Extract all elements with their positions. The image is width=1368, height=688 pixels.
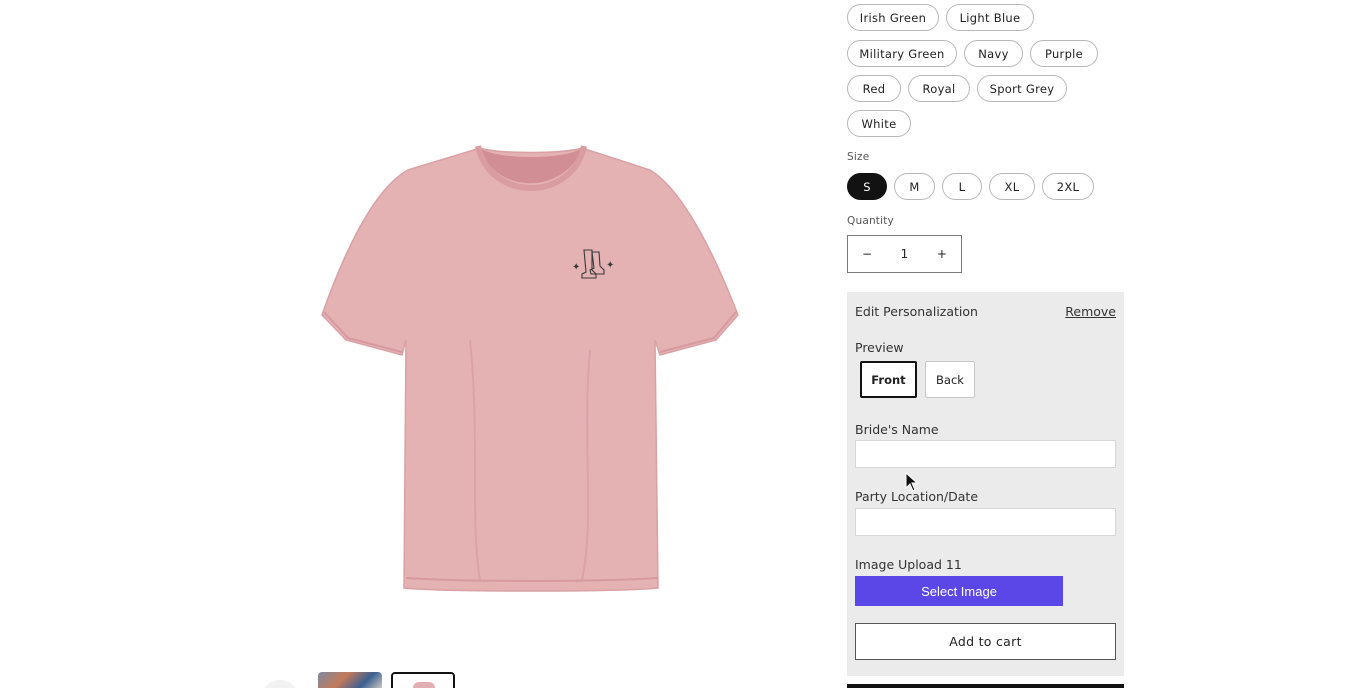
quantity-stepper: − 1 + xyxy=(847,235,962,273)
size-option-m[interactable]: M xyxy=(894,173,935,200)
remove-personalization-link[interactable]: Remove xyxy=(1065,304,1116,319)
thumbnail-1[interactable] xyxy=(250,672,310,688)
size-option-s[interactable]: S xyxy=(847,173,887,200)
size-label: Size xyxy=(847,151,870,163)
color-option-purple[interactable]: Purple xyxy=(1030,40,1098,67)
svg-text:✦: ✦ xyxy=(572,262,580,273)
preview-front-button[interactable]: Front xyxy=(860,361,917,398)
mouse-cursor-icon xyxy=(905,472,919,492)
color-option-light-blue[interactable]: Light Blue xyxy=(946,4,1034,31)
personalization-panel: Edit Personalization Remove Preview Fron… xyxy=(847,292,1124,676)
brides-name-input[interactable] xyxy=(855,440,1116,468)
quantity-value[interactable]: 1 xyxy=(901,247,909,261)
color-option-white[interactable]: White xyxy=(847,110,911,137)
thumbnail-2[interactable] xyxy=(318,672,382,688)
add-to-cart-button[interactable]: Add to cart xyxy=(855,623,1116,660)
brides-name-label: Bride's Name xyxy=(855,422,939,437)
svg-text:✦: ✦ xyxy=(606,260,614,271)
product-image-tshirt[interactable]: ✦ ✦ xyxy=(320,140,740,595)
party-location-date-input[interactable] xyxy=(855,508,1116,536)
color-option-navy[interactable]: Navy xyxy=(964,40,1023,67)
size-option-l[interactable]: L xyxy=(942,173,982,200)
buy-now-button-edge[interactable] xyxy=(847,684,1124,688)
quantity-increment-button[interactable]: + xyxy=(937,247,947,261)
size-option-xl[interactable]: XL xyxy=(989,173,1035,200)
color-option-red[interactable]: Red xyxy=(847,75,901,102)
color-option-sport-grey[interactable]: Sport Grey xyxy=(977,75,1067,102)
product-media: ✦ ✦ xyxy=(250,0,810,688)
quantity-decrement-button[interactable]: − xyxy=(862,247,872,261)
size-option-2xl[interactable]: 2XL xyxy=(1042,173,1094,200)
thumbnail-3-selected[interactable] xyxy=(391,672,455,688)
color-option-royal[interactable]: Royal xyxy=(908,75,970,102)
select-image-button[interactable]: Select Image xyxy=(855,576,1063,606)
image-upload-label: Image Upload 11 xyxy=(855,557,962,572)
quantity-label: Quantity xyxy=(847,215,894,227)
color-option-military-green[interactable]: Military Green xyxy=(847,40,957,67)
preview-label: Preview xyxy=(855,340,904,355)
product-page: ✦ ✦ Irish Green Light Blue Military Gree… xyxy=(0,0,1368,688)
color-option-irish-green[interactable]: Irish Green xyxy=(847,4,939,31)
preview-back-button[interactable]: Back xyxy=(925,361,975,398)
personalization-title: Edit Personalization xyxy=(855,304,978,319)
